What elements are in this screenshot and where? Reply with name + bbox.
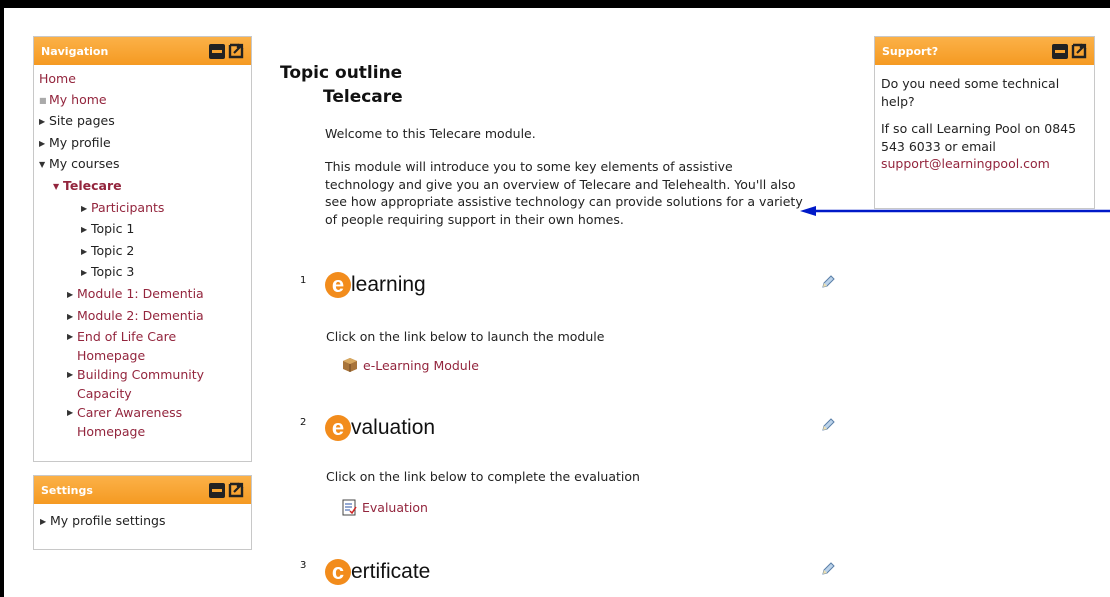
expand-triangle-icon[interactable]: ▶ <box>81 263 91 284</box>
nav-home[interactable]: Home <box>39 71 76 86</box>
nav-my-home[interactable]: My home <box>49 92 107 107</box>
page-title: Topic outline <box>280 63 403 83</box>
section-number: 2 <box>300 417 307 428</box>
logo-word: ertificate <box>351 560 431 583</box>
collapse-triangle-icon[interactable]: ▼ <box>39 155 49 176</box>
expand-triangle-icon[interactable]: ▶ <box>81 199 91 220</box>
nav-my-profile[interactable]: My profile <box>49 135 111 150</box>
expand-triangle-icon[interactable]: ▶ <box>81 220 91 241</box>
logo-letter-circle: e <box>325 415 351 441</box>
section-2-description: Click on the link below to complete the … <box>326 469 640 484</box>
settings-block: Settings ▶ My profile settings <box>33 475 252 550</box>
settings-my-profile-settings[interactable]: My profile settings <box>50 513 165 528</box>
section-number: 1 <box>300 275 307 286</box>
nav-building-community-capacity[interactable]: Building Community Capacity <box>67 365 227 403</box>
support-block: Support? Do you need some technical help… <box>874 36 1095 209</box>
minimize-icon[interactable] <box>209 482 225 498</box>
activity-elearning[interactable]: e-Learning Module <box>342 357 479 373</box>
package-icon <box>343 358 357 372</box>
section-1-logo: e learning <box>325 272 426 298</box>
logo-word: valuation <box>351 416 436 439</box>
navigation-block-header: Navigation <box>34 37 251 65</box>
intro-paragraph: This module will introduce you to some k… <box>325 159 803 227</box>
welcome-paragraph: Welcome to this Telecare module. <box>325 126 536 141</box>
edit-pencil-icon[interactable] <box>820 561 836 577</box>
edit-pencil-icon[interactable] <box>820 274 836 290</box>
expand-triangle-icon[interactable]: ▶ <box>67 403 77 422</box>
intro-text: This module will introduce you to some k… <box>325 158 805 228</box>
nav-module-1-dementia[interactable]: Module 1: Dementia <box>77 286 204 301</box>
expand-triangle-icon[interactable]: ▶ <box>67 327 77 346</box>
edit-pencil-icon[interactable] <box>820 417 836 433</box>
expand-triangle-icon[interactable]: ▶ <box>67 307 77 328</box>
page: Navigation Home ■ My home ▶ Site pages ▶ My… <box>4 8 1110 597</box>
settings-block-title: Settings <box>41 483 93 497</box>
nav-course-telecare[interactable]: Telecare <box>63 178 122 193</box>
navigation-tree: Home ■ My home ▶ Site pages ▶ My profile ▼ M… <box>34 65 251 441</box>
support-body: Do you need some technical help? If so c… <box>875 65 1094 173</box>
logo-word: learning <box>351 273 426 296</box>
nav-participants[interactable]: Participants <box>91 200 164 215</box>
expand-triangle-icon[interactable]: ▶ <box>67 365 77 384</box>
navigation-block: Navigation Home ■ My home ▶ Site pages ▶ My… <box>33 36 252 462</box>
nav-carer-awareness[interactable]: Carer Awareness Homepage <box>67 403 217 441</box>
dock-icon[interactable] <box>227 481 245 499</box>
evaluation-link[interactable]: Evaluation <box>362 500 428 515</box>
expand-triangle-icon[interactable]: ▶ <box>40 517 50 526</box>
expand-triangle-icon[interactable]: ▶ <box>39 134 49 155</box>
welcome-text: Welcome to this Telecare module. <box>325 125 825 143</box>
navigation-block-title: Navigation <box>41 44 109 58</box>
expand-triangle-icon[interactable]: ▶ <box>67 285 77 306</box>
nav-topic-3[interactable]: Topic 3 <box>91 264 134 279</box>
nav-site-pages[interactable]: Site pages <box>49 113 115 128</box>
nav-end-of-life-care[interactable]: End of Life Care Homepage <box>67 327 207 365</box>
bullet-icon: ■ <box>39 95 47 105</box>
activity-evaluation[interactable]: Evaluation <box>342 499 428 516</box>
expand-triangle-icon[interactable]: ▶ <box>81 242 91 263</box>
minimize-icon[interactable] <box>1052 43 1068 59</box>
logo-letter-circle: e <box>325 272 351 298</box>
nav-topic-1[interactable]: Topic 1 <box>91 221 134 236</box>
section-2-logo: e valuation <box>325 415 435 441</box>
section-3-logo: c ertificate <box>325 559 430 585</box>
expand-triangle-icon[interactable]: ▶ <box>39 112 49 133</box>
nav-topic-2[interactable]: Topic 2 <box>91 243 134 258</box>
section-1-description: Click on the link below to launch the mo… <box>326 329 605 344</box>
section-number: 3 <box>300 560 307 571</box>
annotation-arrow-icon <box>800 206 1110 216</box>
feedback-icon <box>342 499 357 516</box>
support-block-header: Support? <box>875 37 1094 65</box>
nav-module-2-dementia[interactable]: Module 2: Dementia <box>77 308 204 323</box>
logo-letter-circle: c <box>325 559 351 585</box>
support-question: Do you need some technical help? <box>881 76 1060 109</box>
collapse-triangle-icon[interactable]: ▼ <box>53 177 63 198</box>
settings-block-header: Settings <box>34 476 251 504</box>
elearning-module-link[interactable]: e-Learning Module <box>363 358 479 373</box>
dock-icon[interactable] <box>1070 42 1088 60</box>
section-0-title: Telecare <box>323 87 403 107</box>
support-block-title: Support? <box>882 44 939 58</box>
dock-icon[interactable] <box>227 42 245 60</box>
nav-my-courses[interactable]: My courses <box>49 156 119 171</box>
support-email-link[interactable]: support@learningpool.com <box>881 156 1050 171</box>
settings-body: ▶ My profile settings <box>34 504 251 537</box>
minimize-icon[interactable] <box>209 43 225 59</box>
support-contact: If so call Learning Pool on 0845 543 603… <box>881 121 1077 154</box>
